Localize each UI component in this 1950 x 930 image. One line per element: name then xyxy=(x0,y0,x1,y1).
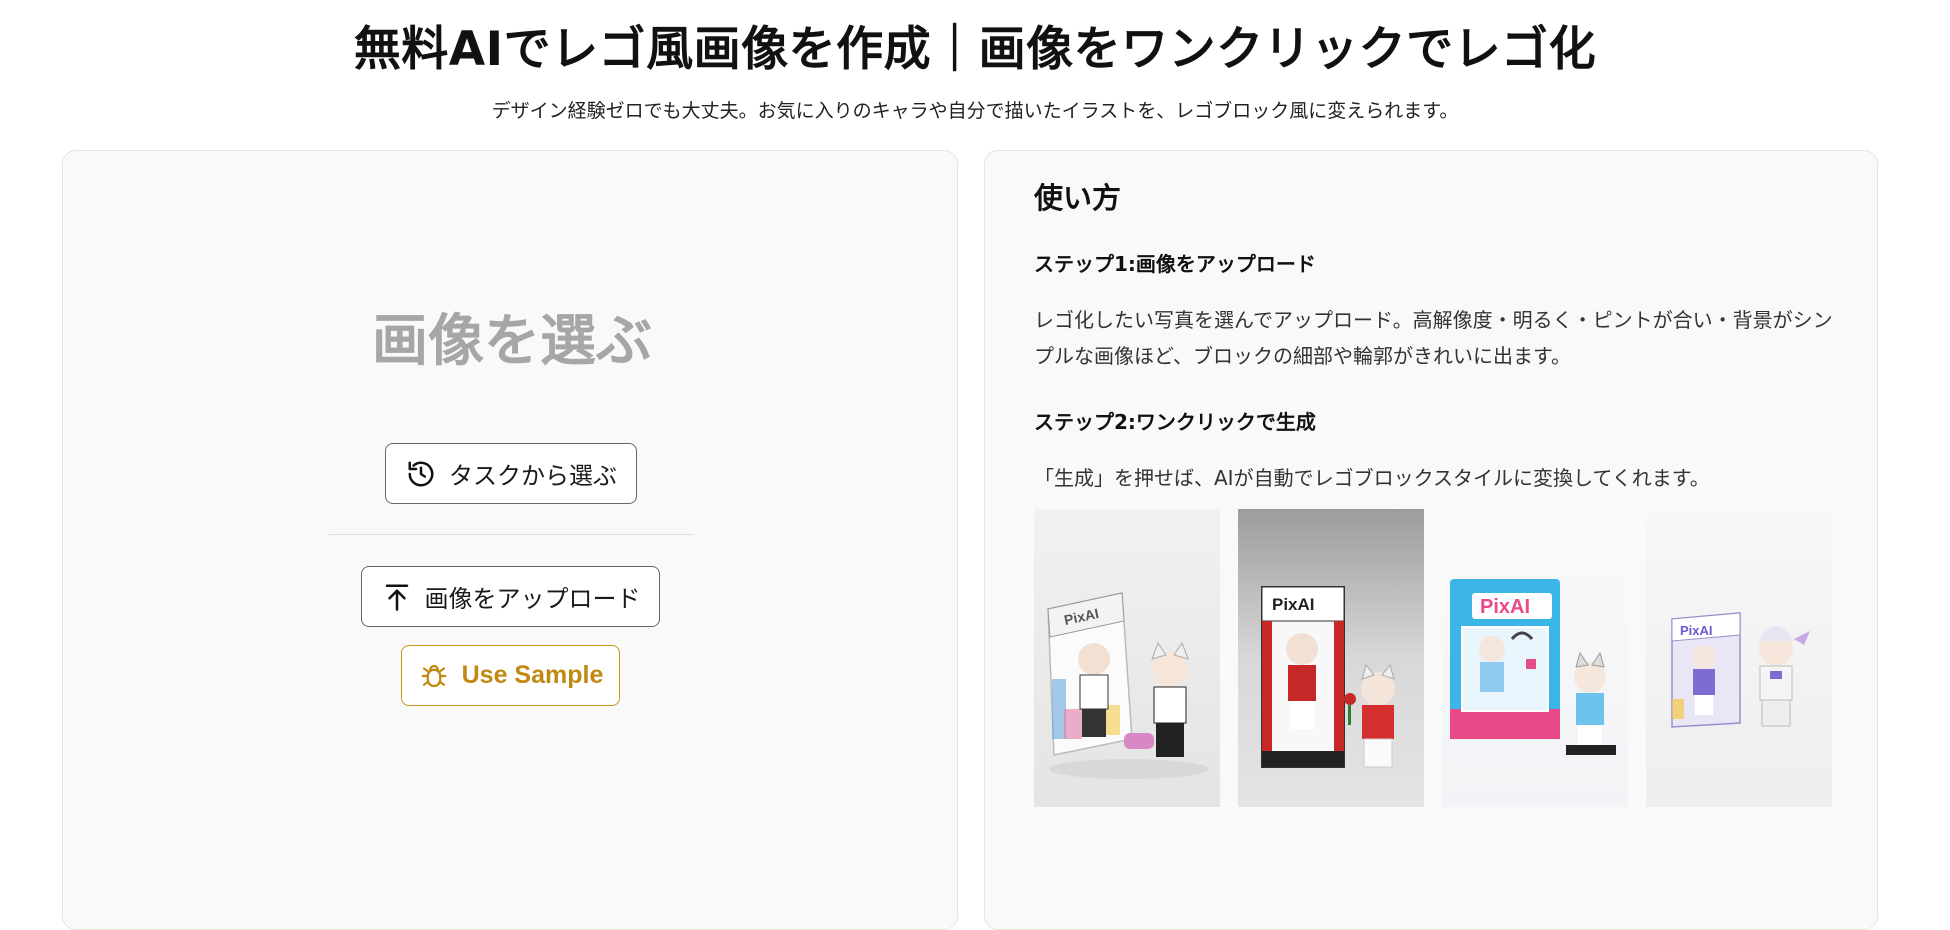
step1-description: レゴ化したい写真を選んでアップロード。高解像度・明るく・ピントが合い・背景がシン… xyxy=(1034,308,1833,368)
box-logo-text: PixAI xyxy=(1680,623,1713,638)
sample-image-3: PixAI xyxy=(1442,509,1628,807)
sample-image-1: PixAI xyxy=(1034,509,1220,807)
bug-icon xyxy=(418,660,450,692)
how-to-heading: 使い方 xyxy=(1034,181,1122,215)
choose-from-task-label: タスクから選ぶ xyxy=(449,462,617,490)
upload-image-label: 画像をアップロード xyxy=(424,585,641,613)
image-select-panel xyxy=(62,150,958,930)
sample-image-4: PixAI xyxy=(1646,509,1832,807)
upload-arrow-icon xyxy=(381,581,413,613)
use-sample-button[interactable]: Use Sample xyxy=(401,645,620,706)
sample-image-2: PixAI xyxy=(1238,509,1424,807)
step2-description: 「生成」を押せば、AIが自動でレゴブロックスタイルに変換してくれます。 xyxy=(1034,466,1710,490)
step2-title: ステップ2:ワンクリックで生成 xyxy=(1034,410,1316,434)
page-subtitle: デザイン経験ゼロでも大丈夫。お気に入りのキャラや自分で描いたイラストを、レゴブロ… xyxy=(491,100,1459,122)
page-title: 無料AIでレゴ風画像を作成｜画像をワンクリックでレゴ化 xyxy=(353,22,1597,77)
choose-image-title: 画像を選ぶ xyxy=(372,309,652,374)
step1-title: ステップ1:画像をアップロード xyxy=(1034,252,1316,276)
box-logo-text: PixAI xyxy=(1480,596,1530,618)
upload-image-button[interactable]: 画像をアップロード xyxy=(361,566,660,627)
divider xyxy=(329,534,693,535)
use-sample-label: Use Sample xyxy=(461,661,604,689)
box-logo-text: PixAI xyxy=(1272,595,1315,614)
history-icon xyxy=(405,458,437,490)
choose-from-task-button[interactable]: タスクから選ぶ xyxy=(385,443,637,504)
